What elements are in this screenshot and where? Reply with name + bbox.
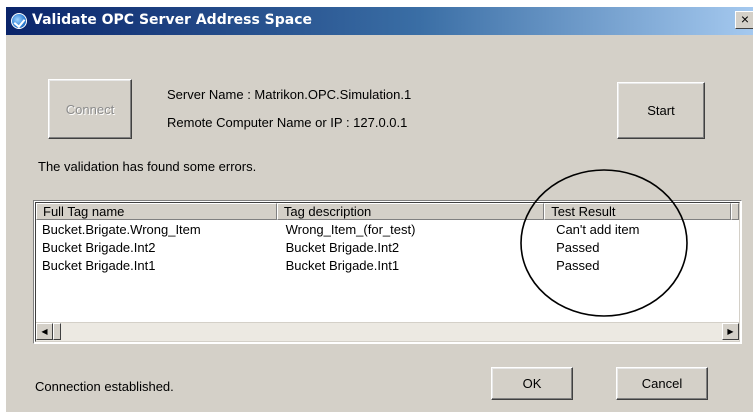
title-bar: Validate OPC Server Address Space × <box>6 7 753 35</box>
validation-message: The validation has found some errors. <box>38 159 257 174</box>
connect-button[interactable]: Connect <box>48 79 132 139</box>
start-button[interactable]: Start <box>617 82 705 139</box>
cancel-button[interactable]: Cancel <box>616 367 708 400</box>
cell-tag-name: Bucket Brigade.Int2 <box>42 240 156 255</box>
cell-tag-description: Wrong_Item_(for_test) <box>285 222 416 237</box>
scroll-left-button[interactable]: ◀ <box>36 323 53 340</box>
annotation-circle <box>520 169 688 317</box>
cell-tag-description: Bucket Brigade.Int1 <box>285 258 400 273</box>
cell-tag-description: Bucket Brigade.Int2 <box>285 240 400 255</box>
scroll-thumb[interactable] <box>53 323 61 340</box>
cell-tag-name: Bucket Brigade.Int1 <box>42 258 156 273</box>
ok-button[interactable]: OK <box>491 367 573 400</box>
dialog-window: Validate OPC Server Address Space × Conn… <box>6 7 753 412</box>
remote-computer-label: Remote Computer Name or IP : 127.0.0.1 <box>167 115 408 130</box>
server-name-label: Server Name : Matrikon.OPC.Simulation.1 <box>167 87 412 102</box>
scroll-right-button[interactable]: ▶ <box>722 323 739 340</box>
app-icon <box>11 13 27 29</box>
status-text: Connection established. <box>35 379 174 394</box>
annotation-ellipse <box>520 169 688 317</box>
window-title: Validate OPC Server Address Space <box>32 12 312 28</box>
column-header-filler <box>731 203 739 220</box>
cell-tag-name: Bucket.Brigate.Wrong_Item <box>42 222 201 237</box>
close-button[interactable]: × <box>735 11 753 29</box>
column-header-full-tag-name[interactable]: Full Tag name <box>36 203 277 220</box>
column-header-tag-description[interactable]: Tag description <box>276 203 545 220</box>
